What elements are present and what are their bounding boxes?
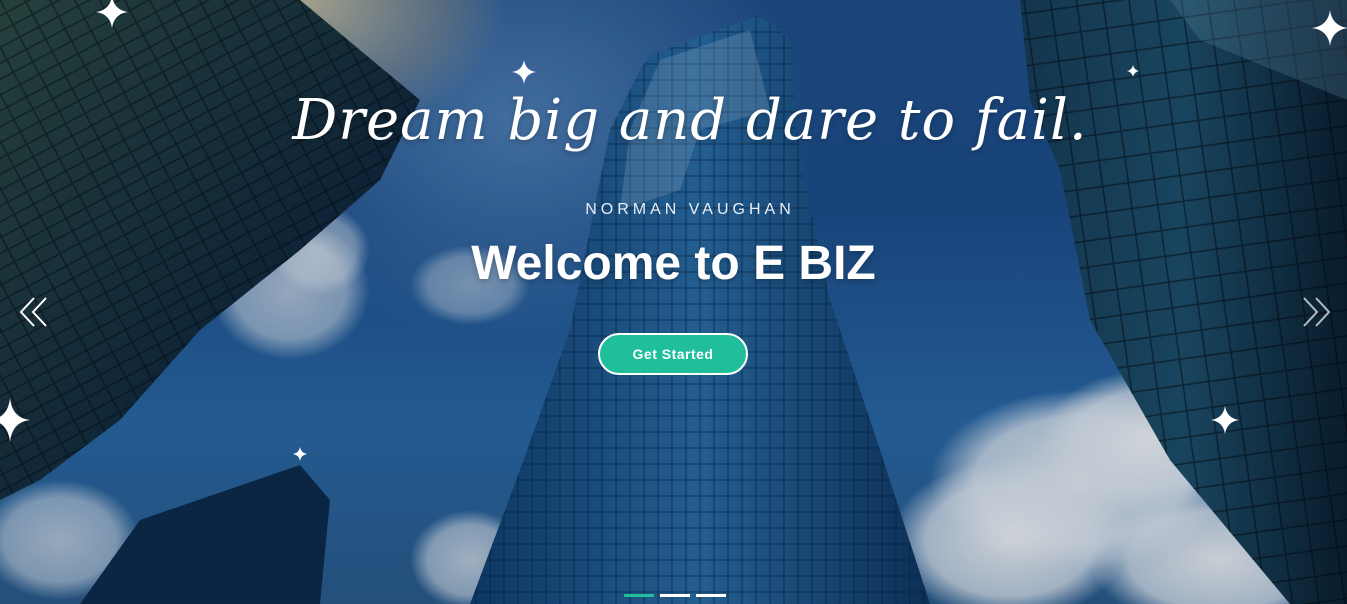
hero-title: Welcome to E BIZ bbox=[471, 237, 876, 290]
quote-author: NORMAN VAUGHAN bbox=[585, 201, 795, 218]
carousel-indicator-3[interactable] bbox=[696, 594, 726, 597]
carousel-indicator-1[interactable] bbox=[624, 594, 654, 597]
hero-quote: Dream big and dare to fail. bbox=[292, 88, 1088, 153]
chevron-double-left-icon bbox=[19, 297, 47, 327]
get-started-button[interactable]: Get Started bbox=[598, 333, 748, 375]
carousel-indicators bbox=[624, 594, 726, 597]
hero-banner: Dream big and dare to fail. NORMAN VAUGH… bbox=[0, 0, 1347, 604]
carousel-next-button[interactable] bbox=[1298, 294, 1334, 330]
hero-content: Dream big and dare to fail. NORMAN VAUGH… bbox=[0, 0, 1347, 604]
chevron-double-right-icon bbox=[1303, 297, 1331, 327]
carousel-prev-button[interactable] bbox=[16, 294, 52, 330]
carousel-indicator-2[interactable] bbox=[660, 594, 690, 597]
